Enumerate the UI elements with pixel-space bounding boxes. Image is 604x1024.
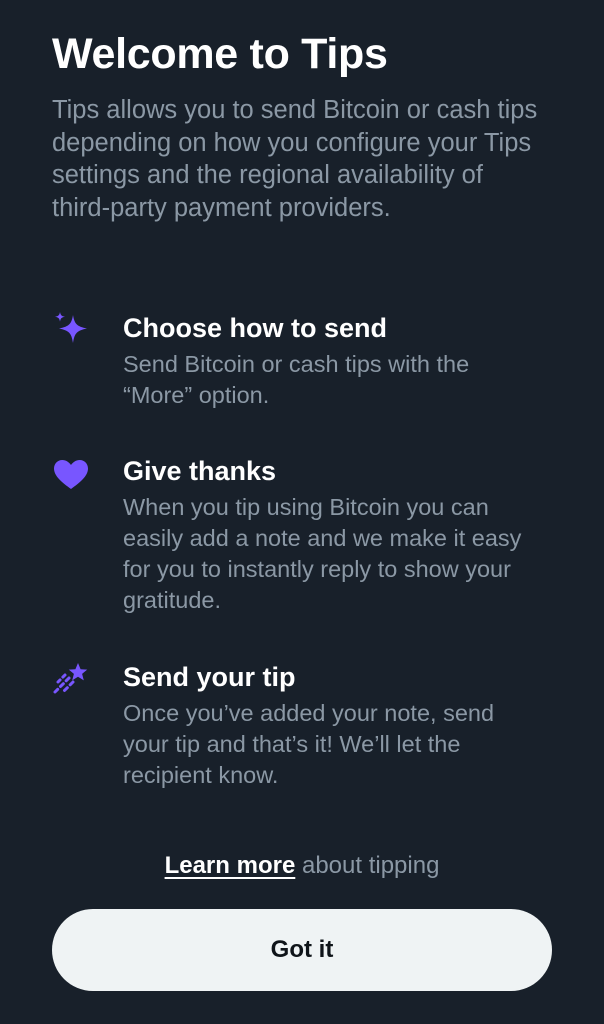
learn-more-suffix: about tipping [295, 852, 440, 879]
got-it-button[interactable]: Got it [52, 909, 552, 991]
learn-more-link[interactable]: Learn more [165, 852, 296, 879]
learn-more-row: Learn more about tipping [0, 850, 604, 882]
feature-title: Send your tip [123, 662, 296, 692]
feature-description: Send Bitcoin or cash tips with the “More… [123, 351, 470, 408]
tips-welcome-sheet: Welcome to Tips Tips allows you to send … [0, 0, 604, 1024]
feature-title: Choose how to send [123, 313, 388, 343]
feature-title: Give thanks [123, 456, 277, 486]
feature-description: Once you’ve added your note, send your t… [123, 700, 495, 788]
intro-text: Tips allows you to send Bitcoin or cash … [52, 96, 538, 222]
shooting-star-icon [52, 662, 92, 702]
page-title: Welcome to Tips [52, 30, 388, 78]
feature-description: When you tip using Bitcoin you can easil… [123, 494, 522, 613]
sparkle-icon [52, 311, 92, 351]
heart-icon [52, 456, 92, 496]
